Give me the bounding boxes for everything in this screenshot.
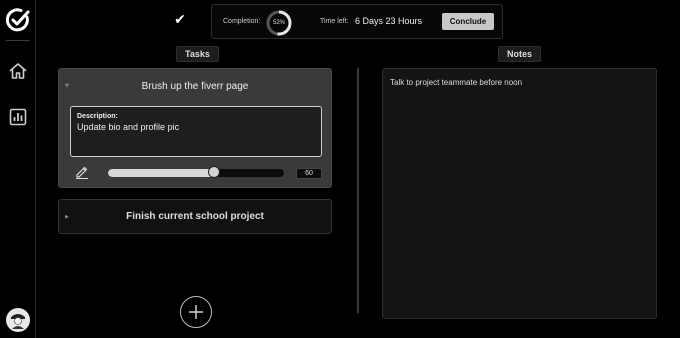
progress-value: 60 bbox=[296, 168, 322, 179]
check-circle-logo-icon bbox=[5, 7, 31, 33]
description-label: Description: bbox=[77, 113, 118, 120]
column-divider bbox=[357, 68, 359, 313]
progress-slider-track[interactable] bbox=[108, 169, 284, 177]
notes-header: Notes bbox=[498, 46, 542, 62]
completion-label: Completion: bbox=[223, 18, 261, 25]
sidebar-item-stats[interactable] bbox=[5, 104, 31, 130]
completion-value: 52% bbox=[272, 20, 285, 26]
task-title[interactable]: Finish current school project bbox=[59, 211, 331, 222]
notes-text[interactable]: Talk to project teammate before noon bbox=[390, 78, 522, 87]
description-field[interactable]: Description: Update bio and profile pic bbox=[70, 106, 322, 157]
add-task-button[interactable] bbox=[180, 296, 212, 328]
description-text[interactable]: Update bio and profile pic bbox=[77, 122, 179, 132]
bar-chart-icon bbox=[9, 108, 27, 126]
task-title[interactable]: Brush up the fiverr page bbox=[59, 81, 331, 92]
sidebar-divider bbox=[6, 40, 30, 41]
sidebar bbox=[0, 0, 36, 338]
progress-slider-fill bbox=[108, 169, 214, 177]
session-status-bar: Completion: 52% Time left: 6 Days 23 Hou… bbox=[211, 4, 503, 39]
check-icon: ✔ bbox=[174, 12, 186, 28]
progress-slider-thumb[interactable] bbox=[207, 166, 220, 178]
avatar-icon bbox=[7, 309, 29, 331]
plus-icon bbox=[189, 305, 203, 319]
avatar[interactable] bbox=[6, 308, 30, 332]
sidebar-item-home[interactable] bbox=[5, 58, 31, 84]
time-left-value: 6 Days 23 Hours bbox=[355, 16, 423, 26]
task-card-collapsed[interactable]: ▶ Finish current school project bbox=[58, 199, 332, 234]
tasks-header: Tasks bbox=[176, 46, 219, 62]
home-icon bbox=[9, 63, 27, 79]
conclude-button[interactable]: Conclude bbox=[442, 13, 494, 30]
time-left-label: Time left: bbox=[320, 18, 349, 25]
pencil-icon[interactable] bbox=[75, 165, 89, 179]
task-card-expanded: ▼ Brush up the fiverr page Description: … bbox=[58, 68, 332, 188]
notes-textarea[interactable]: Talk to project teammate before noon bbox=[382, 68, 657, 319]
